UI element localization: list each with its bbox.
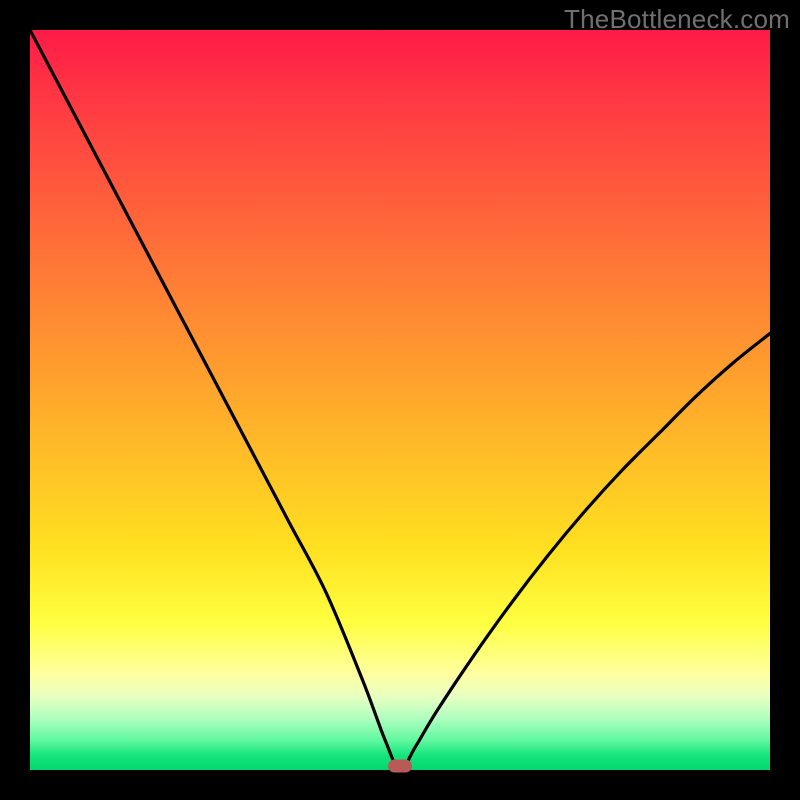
chart-frame: TheBottleneck.com: [0, 0, 800, 800]
plot-area: [30, 30, 770, 770]
curve-svg: [30, 30, 770, 770]
minimum-marker: [388, 760, 412, 773]
bottleneck-curve: [30, 30, 770, 770]
watermark-text: TheBottleneck.com: [564, 4, 790, 35]
